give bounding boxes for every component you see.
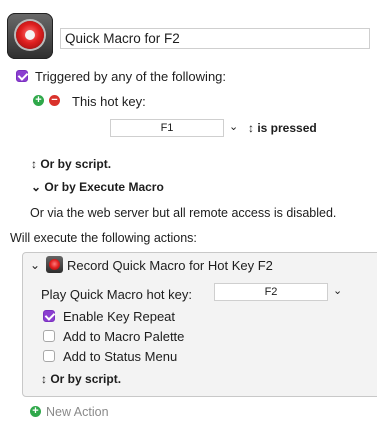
- hotkey-label: This hot key:: [72, 94, 146, 109]
- new-action-icon[interactable]: +: [30, 406, 41, 417]
- web-server-note: Or via the web server but all remote acc…: [30, 206, 337, 220]
- remove-trigger-icon[interactable]: −: [49, 95, 60, 106]
- play-hotkey-field[interactable]: F2: [214, 283, 328, 301]
- enable-key-repeat-label: Enable Key Repeat: [63, 309, 176, 324]
- or-by-execute-macro-toggle[interactable]: ⌄ Or by Execute Macro: [31, 180, 164, 194]
- macro-icon[interactable]: [7, 13, 53, 59]
- hotkey-field[interactable]: F1: [110, 119, 224, 137]
- play-hotkey-label: Play Quick Macro hot key:: [41, 287, 192, 302]
- action-or-by-script-label: Or by script.: [50, 372, 122, 386]
- enable-key-repeat-checkbox[interactable]: [43, 310, 55, 322]
- new-action-button[interactable]: New Action: [46, 405, 109, 419]
- or-by-script-label: Or by script.: [40, 157, 112, 171]
- add-to-status-menu-label: Add to Status Menu: [63, 349, 178, 364]
- updown-chevron-icon: ↕: [41, 372, 47, 386]
- trigger-header: Triggered by any of the following:: [35, 69, 227, 84]
- hotkey-options-chevron-icon[interactable]: ⌄: [229, 120, 238, 133]
- add-to-macro-palette-checkbox[interactable]: [43, 330, 55, 342]
- add-to-status-menu-checkbox[interactable]: [43, 350, 55, 362]
- or-by-execute-macro-label: Or by Execute Macro: [44, 180, 164, 194]
- play-hotkey-chevron-icon[interactable]: ⌄: [333, 284, 342, 297]
- collapse-action-chevron-icon[interactable]: ⌄: [30, 258, 40, 272]
- or-by-script-toggle[interactable]: ↕ Or by script.: [31, 157, 111, 171]
- triggered-checkbox[interactable]: [16, 70, 28, 82]
- updown-chevron-icon: ↕: [31, 157, 37, 171]
- hotkey-state-label: is pressed: [257, 121, 317, 135]
- macro-name-field[interactable]: Quick Macro for F2: [60, 28, 370, 49]
- actions-header: Will execute the following actions:: [10, 231, 197, 245]
- updown-chevron-icon: ↕: [248, 121, 254, 135]
- add-to-macro-palette-label: Add to Macro Palette: [63, 329, 185, 344]
- hotkey-state-popup[interactable]: ↕ is pressed: [248, 121, 317, 135]
- action-panel: ⌄ Record Quick Macro for Hot Key F2 Play…: [22, 252, 377, 397]
- record-quick-macro-icon: [46, 256, 63, 273]
- action-title: Record Quick Macro for Hot Key F2: [67, 258, 273, 273]
- chevron-down-icon: ⌄: [31, 180, 42, 194]
- action-or-by-script-toggle[interactable]: ↕ Or by script.: [41, 372, 121, 386]
- add-trigger-icon[interactable]: +: [33, 95, 44, 106]
